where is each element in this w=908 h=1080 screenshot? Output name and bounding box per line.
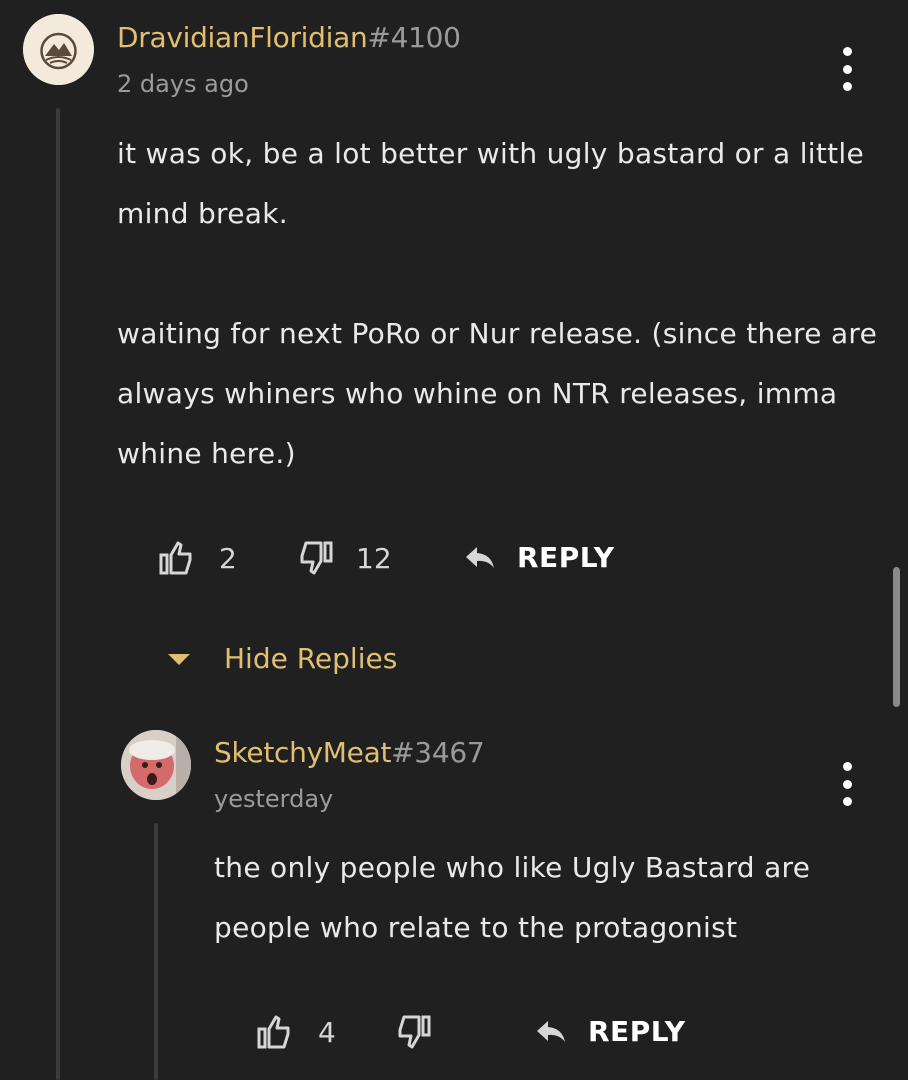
- dislike-count: 12: [356, 541, 392, 575]
- face-avatar-icon: [121, 730, 191, 800]
- user-tag: #4100: [367, 21, 461, 54]
- thumbs-down-icon: [300, 541, 333, 575]
- reply-label: REPLY: [517, 541, 615, 574]
- user-tag: #3467: [391, 736, 485, 769]
- comment-timestamp: yesterday: [214, 785, 334, 813]
- dislike-button[interactable]: 12: [298, 540, 392, 576]
- reply-button[interactable]: REPLY: [464, 541, 614, 574]
- username[interactable]: SketchyMeat: [214, 736, 391, 769]
- hide-replies-toggle[interactable]: Hide Replies: [166, 642, 397, 675]
- kebab-menu-icon[interactable]: [835, 762, 859, 806]
- comment-paragraph: waiting for next PoRo or Nur release. (s…: [117, 317, 878, 470]
- like-count: 4: [318, 1015, 336, 1049]
- comment-body: it was ok, be a lot better with ugly bas…: [117, 124, 897, 484]
- comment-author[interactable]: DravidianFloridian#4100: [117, 21, 461, 54]
- like-count: 2: [219, 541, 237, 575]
- reply-arrow-icon: [466, 546, 494, 568]
- scrollbar[interactable]: [893, 567, 900, 707]
- dislike-button[interactable]: [396, 1014, 454, 1050]
- comment-author[interactable]: SketchyMeat#3467: [214, 736, 485, 769]
- hide-replies-label: Hide Replies: [224, 642, 398, 675]
- kebab-menu-icon[interactable]: [835, 47, 859, 91]
- comment-paragraph: it was ok, be a lot better with ugly bas…: [117, 137, 865, 230]
- comment-timestamp: 2 days ago: [117, 70, 249, 98]
- thread-line: [154, 823, 158, 1080]
- thumbs-up-icon: [257, 1015, 290, 1049]
- mountain-avatar-icon: [23, 14, 94, 85]
- user-avatar[interactable]: [121, 730, 191, 800]
- caret-down-icon: [168, 653, 190, 665]
- reply-button[interactable]: REPLY: [535, 1015, 685, 1048]
- user-avatar[interactable]: [23, 14, 94, 85]
- thread-line: [56, 108, 60, 1080]
- comment-body: the only people who like Ugly Bastard ar…: [214, 838, 854, 958]
- thumbs-up-icon: [159, 541, 192, 575]
- like-button[interactable]: 4: [256, 1014, 336, 1050]
- thumbs-down-icon: [398, 1015, 431, 1049]
- reply-arrow-icon: [537, 1020, 565, 1042]
- username[interactable]: DravidianFloridian: [117, 21, 368, 54]
- comment-paragraph: the only people who like Ugly Bastard ar…: [214, 851, 811, 944]
- reply-label: REPLY: [588, 1015, 686, 1048]
- like-button[interactable]: 2: [158, 540, 237, 576]
